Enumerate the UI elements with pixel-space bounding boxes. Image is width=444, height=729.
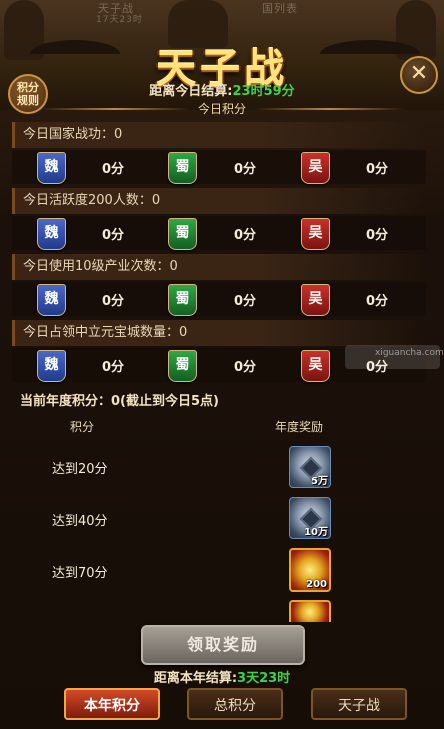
claim-reward-button[interactable]: 领取奖励: [141, 625, 305, 665]
reward-quantity: 5万: [311, 476, 328, 487]
metric-label: 今日占领中立元宝城数量：0: [12, 320, 426, 346]
section-divider-right: [254, 108, 404, 110]
metric-label: 今日国家战功：0: [12, 122, 426, 148]
daily-countdown-value: 23时59分: [232, 84, 295, 99]
game-window: 天子战 17天23时 国列表 天子战 距离今日结算:23时59分 积分 规则 ✕…: [0, 0, 444, 729]
faction-wu-badge: 吴: [301, 284, 330, 316]
tab-emperor-war[interactable]: 天子战: [311, 688, 407, 720]
shu-score: 0分: [234, 228, 257, 243]
faction-shu-badge: 蜀: [168, 284, 197, 316]
faction-shu-badge: 蜀: [168, 350, 197, 382]
faction-score-row: 魏 0分 蜀 0分 吴 0分: [12, 150, 426, 184]
column-header-points: 积分: [70, 420, 95, 434]
wei-score: 0分: [102, 294, 125, 309]
ghost-label-left-sub: 17天23时: [96, 15, 143, 25]
faction-score-row: 魏 0分 蜀 0分 吴 0分: [12, 216, 426, 250]
watermark-logo: xiguancha.com: [345, 345, 444, 369]
section-divider-left: [40, 108, 190, 110]
coin-icon[interactable]: 10万: [289, 497, 331, 539]
wu-score: 0分: [366, 294, 389, 309]
tab-annual-points[interactable]: 本年积分: [64, 688, 160, 720]
tab-total-points[interactable]: 总积分: [187, 688, 283, 720]
shu-score: 0分: [234, 162, 257, 177]
faction-shu-badge: 蜀: [168, 218, 197, 250]
faction-wei-badge: 魏: [37, 152, 66, 184]
faction-wei-badge: 魏: [37, 284, 66, 316]
reward-quantity: 200: [306, 579, 327, 590]
faction-wu-badge: 吴: [301, 152, 330, 184]
shu-score: 0分: [234, 294, 257, 309]
year-countdown: 距离本年结算:3天23时: [0, 667, 444, 686]
daily-countdown-label: 距离今日结算:: [149, 84, 233, 99]
wei-score: 0分: [102, 228, 125, 243]
faction-wei-badge: 魏: [37, 350, 66, 382]
reward-row-label: 达到20分: [52, 462, 108, 477]
shu-score: 0分: [234, 360, 257, 375]
metric-label: 今日使用10级产业次数：0: [12, 254, 426, 280]
wu-score: 0分: [366, 228, 389, 243]
faction-score-row: 魏 0分 蜀 0分 吴 0分: [12, 282, 426, 316]
coin-icon[interactable]: 5万: [289, 446, 331, 488]
wei-score: 0分: [102, 162, 125, 177]
reward-row-label: 达到40分: [52, 514, 108, 529]
reward-row-label: 达到70分: [52, 566, 108, 581]
watermark-text: xiguancha.com: [375, 348, 444, 358]
wu-score: 0分: [366, 162, 389, 177]
reward-quantity: 10万: [304, 527, 328, 538]
wei-score: 0分: [102, 360, 125, 375]
section-title-today-points: 今日积分: [0, 99, 444, 119]
faction-wu-badge: 吴: [301, 218, 330, 250]
section-title-text: 今日积分: [197, 102, 246, 116]
column-header-reward: 年度奖励: [275, 420, 324, 434]
faction-shu-badge: 蜀: [168, 152, 197, 184]
annual-points-summary: 当前年度积分：0(截止到今日5点): [20, 394, 219, 409]
ghost-label-right: 国列表: [262, 2, 298, 15]
close-icon: ✕: [409, 61, 429, 86]
gold-ingot-icon[interactable]: 200: [289, 548, 331, 592]
gold-ingot-icon-partial: [289, 600, 331, 622]
faction-wei-badge: 魏: [37, 218, 66, 250]
year-countdown-value: 3天23时: [237, 671, 291, 686]
daily-countdown: 距离今日结算:23时59分: [0, 80, 444, 99]
year-countdown-label: 距离本年结算:: [153, 671, 238, 686]
metric-label: 今日活跃度200人数：0: [12, 188, 426, 214]
close-button[interactable]: ✕: [400, 56, 438, 94]
faction-wu-badge: 吴: [301, 350, 330, 382]
